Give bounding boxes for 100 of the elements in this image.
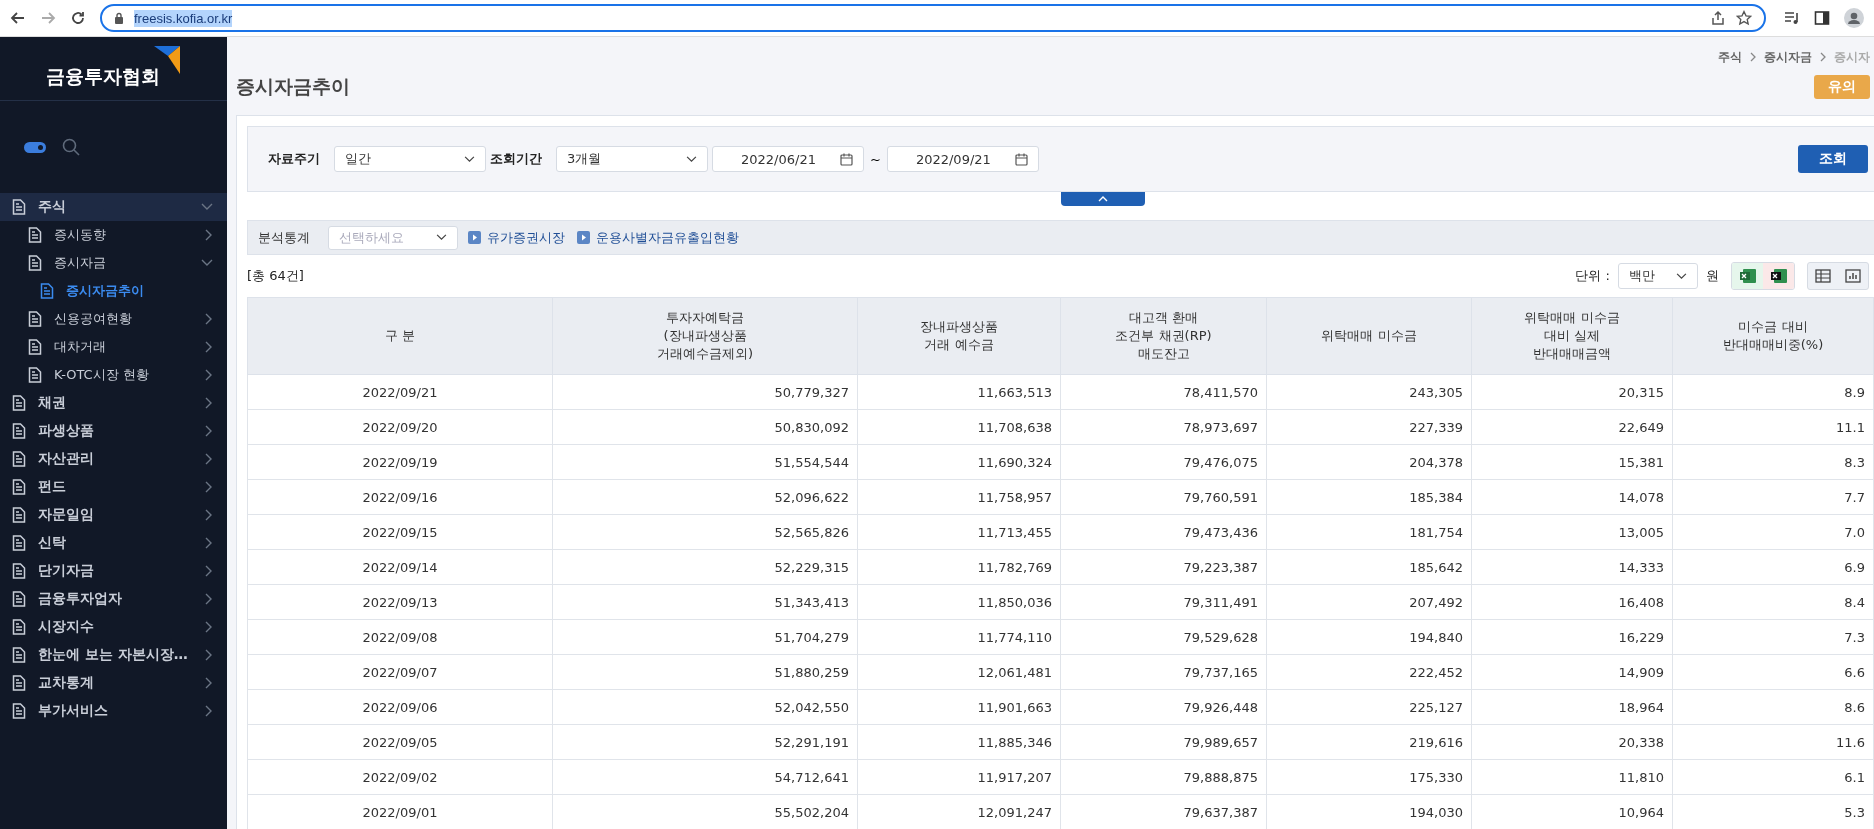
menu-item[interactable]: 시장지수 — [0, 613, 227, 641]
menu-item[interactable]: 부가서비스 — [0, 697, 227, 725]
table-cell: 11,774,110 — [857, 619, 1061, 655]
menu-item[interactable]: 신탁 — [0, 529, 227, 557]
table-cell: 79,926,448 — [1060, 689, 1267, 725]
table-cell: 8.9 — [1672, 374, 1874, 410]
table-cell: 11,690,324 — [857, 444, 1061, 480]
search-icon[interactable] — [62, 138, 80, 156]
analysis-link[interactable]: 운용사별자금유출입현황 — [596, 228, 739, 247]
menu-item[interactable]: 파생상품 — [0, 417, 227, 445]
table-cell: 54,712,641 — [552, 759, 858, 795]
table-cell: 11,810 — [1471, 759, 1673, 795]
reload-icon[interactable] — [70, 10, 86, 26]
table-cell: 11.6 — [1672, 724, 1874, 760]
chevron-right-icon — [205, 537, 213, 549]
chevron-right-icon — [205, 509, 213, 521]
chevron-down-icon — [201, 203, 213, 211]
document-icon — [12, 199, 26, 215]
unit-suffix: 원 — [1706, 267, 1719, 285]
end-date-field[interactable]: 2022/09/21 — [886, 146, 1039, 172]
total-count: [총 64건] — [247, 267, 304, 285]
range-select[interactable]: 3개월 — [556, 146, 708, 172]
chevron-right-icon — [205, 313, 213, 325]
play-icon — [577, 231, 590, 244]
media-icon[interactable] — [1784, 10, 1800, 26]
table-icon — [1815, 269, 1831, 283]
excel-export-button[interactable] — [1763, 263, 1794, 289]
menu-item[interactable]: 증시자금 — [0, 249, 227, 277]
table-cell: 2022/09/14 — [247, 549, 553, 585]
table-cell: 219,616 — [1266, 724, 1472, 760]
table-cell: 2022/09/15 — [247, 514, 553, 550]
period-select[interactable]: 일간 — [334, 146, 486, 172]
document-icon — [28, 311, 42, 327]
document-icon — [12, 451, 26, 467]
document-icon — [28, 255, 42, 271]
address-bar[interactable]: freesis.kofia.or.kr — [100, 4, 1766, 32]
document-icon — [12, 703, 26, 719]
table-cell: 194,840 — [1266, 619, 1472, 655]
date-separator: ~ — [870, 151, 881, 167]
table-cell: 79,760,591 — [1060, 479, 1267, 515]
menu-item[interactable]: 자산관리 — [0, 445, 227, 473]
menu-item[interactable]: 펀드 — [0, 473, 227, 501]
side-panel-icon[interactable] — [1814, 10, 1830, 26]
menu-item[interactable]: 주식 — [0, 193, 227, 221]
table-cell: 6.6 — [1672, 654, 1874, 690]
document-icon — [28, 367, 42, 383]
menu-item[interactable]: 증시자금추이 — [0, 277, 227, 305]
table-cell: 50,779,327 — [552, 374, 858, 410]
table-cell: 2022/09/13 — [247, 584, 553, 620]
breadcrumb-link[interactable]: 증시자금 — [1764, 48, 1812, 66]
breadcrumb-link[interactable]: 주식 — [1718, 48, 1742, 66]
share-icon[interactable] — [1710, 10, 1726, 26]
menu-item[interactable]: 단기자금 — [0, 557, 227, 585]
table-cell: 6.9 — [1672, 549, 1874, 585]
unit-select[interactable]: 백만 — [1618, 263, 1698, 289]
chevron-right-icon — [205, 565, 213, 577]
table-cell: 2022/09/08 — [247, 619, 553, 655]
table-cell: 11,713,455 — [857, 514, 1061, 550]
analysis-link[interactable]: 유가증권시장 — [487, 228, 565, 247]
star-icon[interactable] — [1736, 10, 1752, 26]
table-cell: 2022/09/05 — [247, 724, 553, 760]
play-icon — [468, 231, 481, 244]
table-cell: 6.1 — [1672, 759, 1874, 795]
table-cell: 51,343,413 — [552, 584, 858, 620]
table-cell: 225,127 — [1266, 689, 1472, 725]
menu-item[interactable]: 신용공여현황 — [0, 305, 227, 333]
menu-item[interactable]: 교차통계 — [0, 669, 227, 697]
table-cell: 222,452 — [1266, 654, 1472, 690]
menu-item[interactable]: 자문일임 — [0, 501, 227, 529]
table-cell: 52,096,622 — [552, 479, 858, 515]
collapse-button[interactable] — [1061, 192, 1145, 206]
table-cell: 51,554,544 — [552, 444, 858, 480]
menu-item[interactable]: K-OTC시장 현황 — [0, 361, 227, 389]
column-header: 대고객 환매 조건부 채권(RP) 매도잔고 — [1060, 297, 1267, 375]
filter-label: 조회기간 — [490, 150, 542, 168]
table-cell: 181,754 — [1266, 514, 1472, 550]
page-title: 증시자금추이 — [236, 74, 350, 99]
table-cell: 52,291,191 — [552, 724, 858, 760]
table-cell: 79,888,875 — [1060, 759, 1267, 795]
menu-item[interactable]: 금융투자업자 — [0, 585, 227, 613]
menu-item[interactable]: 대차거래 — [0, 333, 227, 361]
table-cell: 175,330 — [1266, 759, 1472, 795]
chevron-right-icon — [205, 341, 213, 353]
profile-icon[interactable] — [1844, 8, 1864, 28]
table-cell: 79,989,657 — [1060, 724, 1267, 760]
toggle-switch[interactable] — [24, 141, 46, 153]
menu-item[interactable]: 채권 — [0, 389, 227, 417]
menu-item[interactable]: 증시동향 — [0, 221, 227, 249]
back-icon[interactable] — [10, 10, 26, 26]
table-cell: 2022/09/01 — [247, 794, 553, 829]
search-button[interactable]: 조회 — [1798, 145, 1868, 173]
table-cell: 8.3 — [1672, 444, 1874, 480]
start-date-field[interactable]: 2022/06/21 — [712, 146, 864, 172]
document-icon — [28, 227, 42, 243]
table-cell: 20,315 — [1471, 374, 1673, 410]
document-icon — [12, 395, 26, 411]
analysis-label: 분석통계 — [258, 228, 310, 247]
column-header: 위탁매매 미수금 대비 실제 반대매매금액 — [1471, 297, 1673, 375]
menu-item[interactable]: 한눈에 보는 자본시장… — [0, 641, 227, 669]
logo-text[interactable]: 금융투자협회 — [45, 64, 160, 90]
